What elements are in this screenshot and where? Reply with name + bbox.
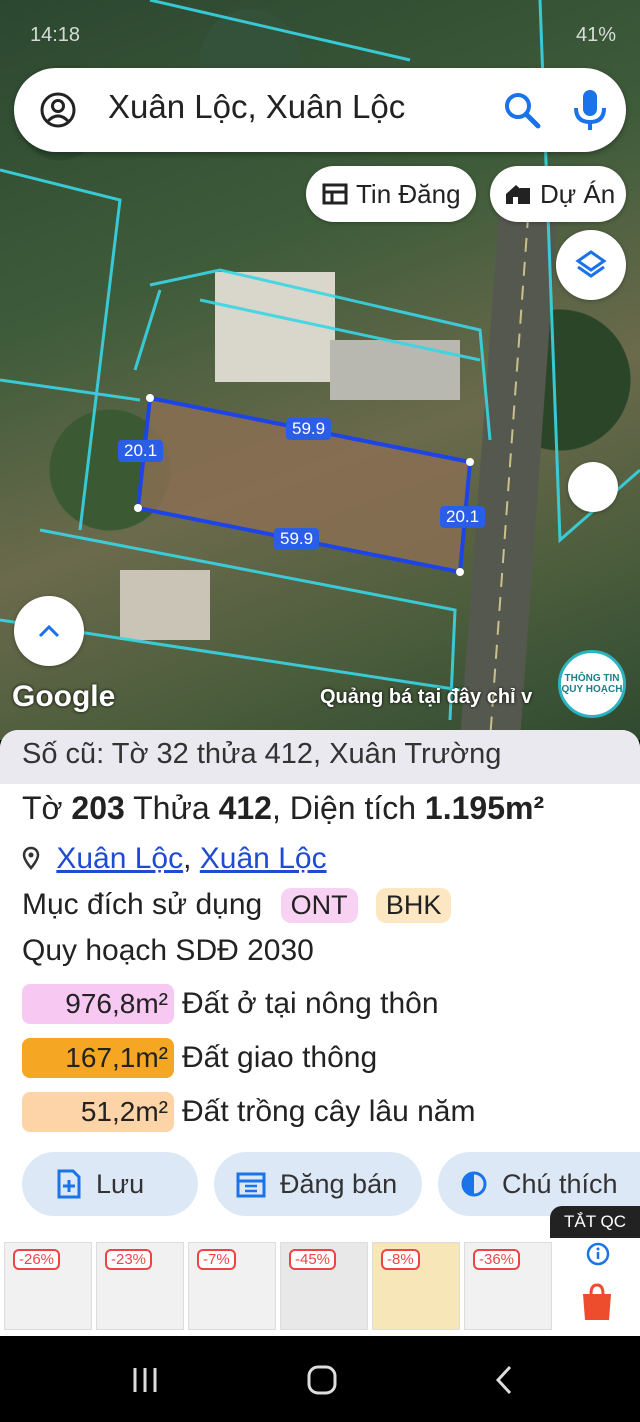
area-value: 1.195m²	[424, 790, 545, 826]
dim-left: 20.1	[118, 440, 164, 462]
search-query[interactable]: Xuân Lộc, Xuân Lộc	[108, 88, 405, 126]
add-doc-icon	[57, 1169, 81, 1199]
parcel-panel: Số cũ: Tờ 32 thửa 412, Xuân Trường Tờ 20…	[0, 730, 640, 1238]
layers-button[interactable]	[556, 230, 626, 300]
ad-item[interactable]: -7%	[188, 1242, 276, 1330]
old-info-bar: Số cũ: Tờ 32 thửa 412, Xuân Trường	[0, 730, 640, 784]
logo-line2: QUY HOẠCH	[561, 684, 623, 695]
parcel-label: Thửa	[133, 790, 210, 826]
post-sale-button[interactable]: Đăng bán	[214, 1152, 422, 1216]
sheet-label: Tờ	[22, 790, 63, 826]
status-battery: 41%	[575, 24, 616, 46]
ad-item[interactable]: -23%	[96, 1242, 184, 1330]
zone-area: 51,2m²	[22, 1092, 174, 1132]
close-ads-button[interactable]: TẮT QC	[550, 1206, 640, 1238]
area-label: , Diện tích	[271, 790, 417, 826]
old-info: Số cũ: Tờ 32 thửa 412, Xuân Trường	[22, 738, 502, 770]
post-sale-label: Đăng bán	[280, 1168, 398, 1199]
ad-item[interactable]: -36%	[464, 1242, 552, 1330]
zone-row: 976,8m² Đất ở tại nông thôn	[22, 984, 439, 1024]
pin-icon	[22, 846, 40, 870]
google-logo: Google	[12, 680, 116, 713]
dim-top: 59.9	[286, 418, 332, 440]
ad-discount: -36%	[473, 1249, 521, 1270]
dim-right: 20.1	[440, 506, 486, 528]
parcel-title: Tờ 203 Thửa 412, Diện tích 1.195m²	[22, 790, 544, 827]
status-time: 14:18	[30, 24, 81, 46]
zone-name: Đất ở tại nông thôn	[182, 987, 439, 1020]
expand-button[interactable]	[14, 596, 84, 666]
status-bar: 14:18 41%	[0, 18, 640, 54]
purpose-tag-ont: ONT	[280, 888, 358, 923]
home-icon[interactable]	[306, 1364, 338, 1396]
mic-icon[interactable]	[570, 88, 610, 132]
projects-chip[interactable]: Dự Án	[490, 166, 626, 222]
logo-line1: THÔNG TIN	[564, 673, 620, 684]
listings-chip[interactable]: Tin Đăng	[306, 166, 476, 222]
location-link-1[interactable]: Xuân Lộc	[56, 842, 183, 875]
search-bar[interactable]: Xuân Lộc, Xuân Lộc	[14, 68, 626, 152]
ad-discount: -45%	[289, 1249, 337, 1270]
legend-label: Chú thích	[502, 1168, 618, 1199]
ad-item[interactable]: -26%	[4, 1242, 92, 1330]
building-icon	[506, 185, 530, 204]
ad-discount: -7%	[197, 1249, 236, 1270]
search-icon[interactable]	[502, 90, 542, 130]
ad-item[interactable]: -45%	[280, 1242, 368, 1330]
zone-name: Đất giao thông	[182, 1041, 378, 1074]
contrast-icon	[461, 1171, 487, 1197]
purpose-tag-bhk: BHK	[375, 888, 452, 923]
info-icon[interactable]	[586, 1242, 610, 1266]
zone-row: 167,1m² Đất giao thông	[22, 1038, 377, 1078]
purpose-row: Mục đích sử dụng ONT BHK	[22, 888, 452, 923]
qh-logo[interactable]: THÔNG TIN QUY HOẠCH	[558, 650, 626, 718]
ad-banner[interactable]: -26% -23% -7% -45% -8% -36%	[0, 1238, 640, 1336]
sheet-number: 203	[71, 790, 125, 826]
dim-bottom: 59.9	[274, 528, 320, 550]
zone-name: Đất trồng cây lâu năm	[182, 1095, 476, 1128]
ad-item[interactable]: -8%	[372, 1242, 460, 1330]
shopee-bag-icon	[583, 1283, 611, 1320]
listings-label: Tin Đăng	[356, 178, 461, 209]
location-row: Xuân Lộc, Xuân Lộc	[22, 842, 327, 876]
purpose-label: Mục đích sử dụng	[22, 888, 263, 921]
calendar-icon	[236, 1172, 266, 1198]
plan-label: Quy hoạch SDĐ 2030	[22, 934, 314, 967]
ad-discount: -23%	[105, 1249, 153, 1270]
ad-discount: -8%	[381, 1249, 420, 1270]
save-label: Lưu	[96, 1168, 145, 1199]
account-icon[interactable]	[40, 92, 76, 128]
location-link-2[interactable]: Xuân Lộc	[200, 842, 327, 875]
promo-text[interactable]: Quảng bá tại đây chỉ v	[320, 686, 560, 709]
system-nav-bar	[0, 1336, 640, 1422]
table-icon	[322, 183, 348, 205]
recent-apps-icon[interactable]	[130, 1366, 160, 1394]
zone-area: 976,8m²	[22, 984, 174, 1024]
projects-label: Dự Án	[540, 178, 616, 209]
save-button[interactable]: Lưu	[22, 1152, 198, 1216]
parcel-number: 412	[218, 790, 272, 826]
map-handle[interactable]	[568, 462, 618, 512]
ad-discount: -26%	[13, 1249, 61, 1270]
back-icon[interactable]	[494, 1364, 514, 1396]
layers-icon	[575, 250, 607, 278]
chevron-up-icon	[38, 624, 60, 638]
zone-area: 167,1m²	[22, 1038, 174, 1078]
zone-row: 51,2m² Đất trồng cây lâu năm	[22, 1092, 475, 1132]
